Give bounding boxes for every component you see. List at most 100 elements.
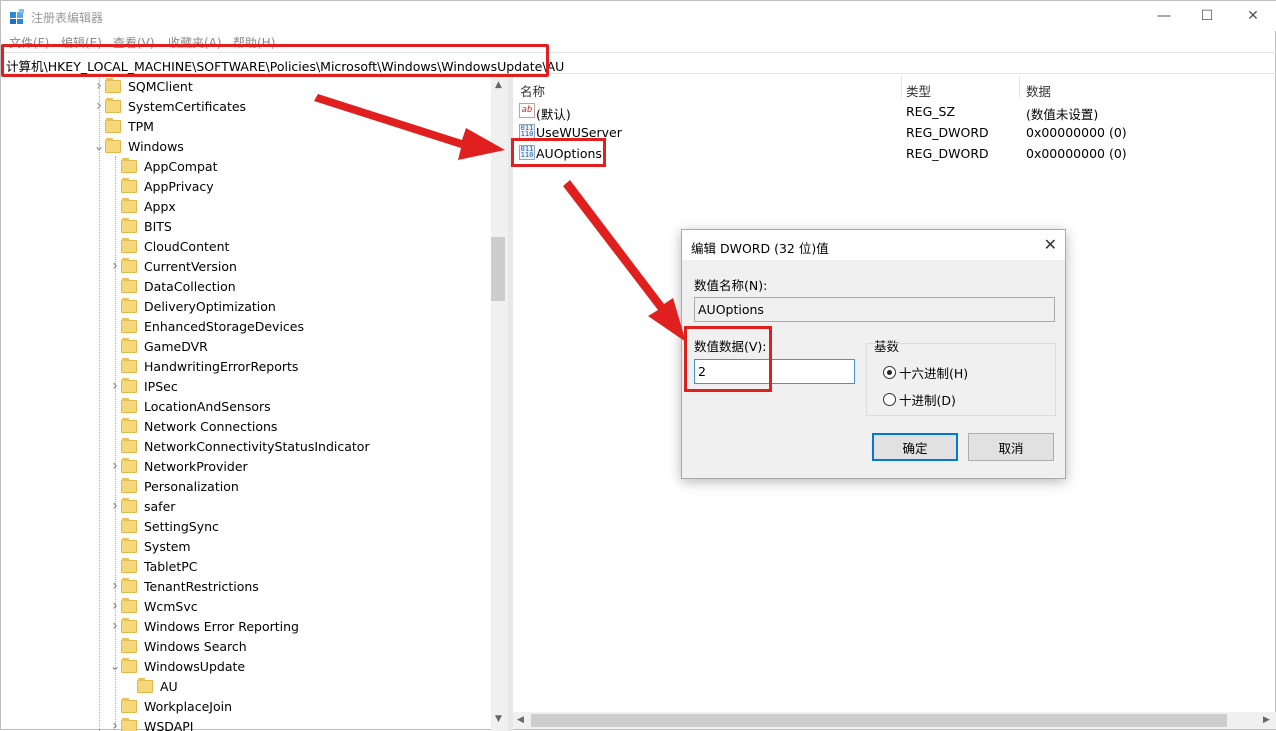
tree-item[interactable]: ›WcmSvc bbox=[109, 596, 198, 616]
column-data[interactable]: 数据 bbox=[1026, 81, 1051, 100]
registry-tree[interactable]: ›SQMClient›SystemCertificatesTPM⌄Windows… bbox=[1, 76, 508, 731]
tree-item[interactable]: EnhancedStorageDevices bbox=[109, 316, 304, 336]
radio-checked-icon[interactable] bbox=[883, 366, 896, 379]
minimize-button[interactable]: — bbox=[1141, 1, 1187, 31]
tree-item[interactable]: WorkplaceJoin bbox=[109, 696, 232, 716]
value-row[interactable]: 011 110AUOptionsREG_DWORD0x00000000 (0) bbox=[513, 143, 1273, 163]
tree-item-label: CurrentVersion bbox=[144, 259, 237, 274]
tree-item[interactable]: ›SQMClient bbox=[93, 76, 193, 96]
tree-item[interactable]: Network Connections bbox=[109, 416, 277, 436]
tree-item-label: WindowsUpdate bbox=[144, 659, 245, 674]
folder-icon bbox=[121, 240, 137, 253]
folder-icon bbox=[121, 460, 137, 473]
tree-item[interactable]: BITS bbox=[109, 216, 172, 236]
folder-icon bbox=[121, 520, 137, 533]
value-data: 0x00000000 (0) bbox=[1026, 146, 1127, 161]
tree-item-label: NetworkConnectivityStatusIndicator bbox=[144, 439, 370, 454]
scroll-down-icon[interactable]: ▼ bbox=[495, 714, 502, 724]
folder-icon bbox=[121, 540, 137, 553]
tree-item-label: BITS bbox=[144, 219, 172, 234]
tree-item-label: EnhancedStorageDevices bbox=[144, 319, 304, 334]
value-row[interactable]: 011 110UseWUServerREG_DWORD0x00000000 (0… bbox=[513, 122, 1273, 142]
tree-item[interactable]: ›safer bbox=[109, 496, 175, 516]
tree-item-label: TabletPC bbox=[144, 559, 198, 574]
tree-item[interactable]: ›NetworkProvider bbox=[109, 456, 248, 476]
tree-item-label: AppCompat bbox=[144, 159, 217, 174]
value-name-field[interactable]: AUOptions bbox=[694, 297, 1055, 322]
tree-item[interactable]: NetworkConnectivityStatusIndicator bbox=[109, 436, 370, 456]
tree-item-label: SQMClient bbox=[128, 79, 193, 94]
tree-item[interactable]: SettingSync bbox=[109, 516, 219, 536]
radio-unchecked-icon[interactable] bbox=[883, 393, 896, 406]
radio-decimal[interactable]: 十进制(D) bbox=[883, 390, 956, 409]
radio-hexadecimal-label: 十六进制(H) bbox=[899, 363, 968, 382]
dialog-close-icon[interactable]: ✕ bbox=[1044, 235, 1057, 254]
folder-icon bbox=[121, 260, 137, 273]
tree-item[interactable]: AppPrivacy bbox=[109, 176, 214, 196]
tree-item-label: DeliveryOptimization bbox=[144, 299, 276, 314]
tree-item[interactable]: System bbox=[109, 536, 191, 556]
registry-editor-icon bbox=[9, 9, 25, 25]
tree-item-label: Windows Search bbox=[144, 639, 247, 654]
folder-icon bbox=[121, 500, 137, 513]
tree-item[interactable]: ›SystemCertificates bbox=[93, 96, 246, 116]
tree-item[interactable]: DataCollection bbox=[109, 276, 236, 296]
tree-item-label: Windows bbox=[128, 139, 184, 154]
column-separator[interactable] bbox=[901, 76, 902, 98]
column-type[interactable]: 类型 bbox=[906, 81, 931, 100]
tree-item[interactable]: ⌄Windows bbox=[93, 136, 184, 156]
column-separator[interactable] bbox=[1019, 76, 1020, 98]
tree-item[interactable]: ⌄WindowsUpdate bbox=[109, 656, 245, 676]
folder-icon bbox=[121, 420, 137, 433]
cancel-button[interactable]: 取消 bbox=[968, 433, 1054, 461]
folder-icon bbox=[105, 140, 121, 153]
window-title: 注册表编辑器 bbox=[31, 9, 103, 26]
value-data: 0x00000000 (0) bbox=[1026, 125, 1127, 140]
scroll-right-icon[interactable]: ▶ bbox=[1263, 715, 1270, 725]
maximize-button[interactable]: ☐ bbox=[1184, 1, 1230, 31]
tree-vertical-scrollbar[interactable] bbox=[491, 76, 508, 731]
scroll-up-icon[interactable]: ▲ bbox=[495, 80, 502, 90]
scroll-left-icon[interactable]: ◀ bbox=[517, 715, 524, 725]
tree-item[interactable]: AU bbox=[125, 676, 178, 696]
tree-item[interactable]: Personalization bbox=[109, 476, 239, 496]
tree-item[interactable]: LocationAndSensors bbox=[109, 396, 271, 416]
tree-item-label: LocationAndSensors bbox=[144, 399, 271, 414]
radio-hexadecimal[interactable]: 十六进制(H) bbox=[883, 363, 968, 382]
tree-item[interactable]: ›TenantRestrictions bbox=[109, 576, 259, 596]
folder-icon bbox=[121, 360, 137, 373]
tree-scroll-thumb[interactable] bbox=[491, 237, 505, 301]
folder-icon bbox=[121, 560, 137, 573]
tree-item[interactable]: TabletPC bbox=[109, 556, 198, 576]
folder-icon bbox=[121, 620, 137, 633]
tree-item[interactable]: HandwritingErrorReports bbox=[109, 356, 298, 376]
tree-item-label: WcmSvc bbox=[144, 599, 198, 614]
list-scroll-thumb[interactable] bbox=[531, 714, 1227, 727]
value-row[interactable]: ab(默认)REG_SZ(数值未设置) bbox=[513, 101, 1273, 121]
tree-item[interactable]: AppCompat bbox=[109, 156, 217, 176]
folder-icon bbox=[121, 280, 137, 293]
value-type: REG_DWORD bbox=[906, 125, 989, 140]
value-data: (数值未设置) bbox=[1026, 104, 1098, 123]
tree-item[interactable]: Windows Search bbox=[109, 636, 247, 656]
tree-item[interactable]: Appx bbox=[109, 196, 176, 216]
tree-item-label: NetworkProvider bbox=[144, 459, 248, 474]
tree-item[interactable]: DeliveryOptimization bbox=[109, 296, 276, 316]
tree-item[interactable]: ›WSDAPI bbox=[109, 716, 193, 731]
tree-item[interactable]: ›CurrentVersion bbox=[109, 256, 237, 276]
column-name[interactable]: 名称 bbox=[520, 81, 545, 100]
folder-icon bbox=[121, 200, 137, 213]
ok-button[interactable]: 确定 bbox=[872, 433, 958, 461]
folder-icon bbox=[105, 80, 121, 93]
tree-item[interactable]: ›IPSec bbox=[109, 376, 178, 396]
value-name-label: 数值名称(N): bbox=[694, 275, 767, 294]
tree-item[interactable]: ›Windows Error Reporting bbox=[109, 616, 299, 636]
tree-item[interactable]: GameDVR bbox=[109, 336, 208, 356]
dword-value-icon: 011 110 bbox=[519, 124, 535, 139]
pane-splitter[interactable] bbox=[508, 76, 513, 731]
close-button[interactable]: ✕ bbox=[1230, 1, 1276, 31]
tree-item-label: GameDVR bbox=[144, 339, 208, 354]
tree-item[interactable]: TPM bbox=[93, 116, 154, 136]
tree-item[interactable]: CloudContent bbox=[109, 236, 229, 256]
tree-item-label: Network Connections bbox=[144, 419, 277, 434]
